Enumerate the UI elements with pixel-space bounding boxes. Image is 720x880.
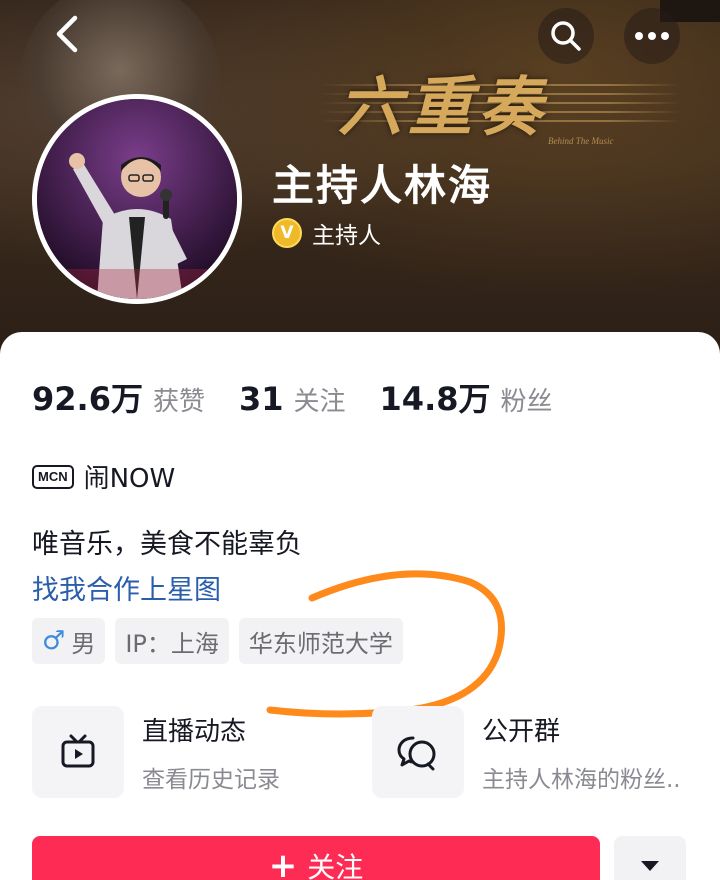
bio-link[interactable]: 找我合作上星图 — [32, 568, 221, 607]
profile-name: 主持人林海 — [272, 161, 493, 210]
chevron-left-icon — [56, 15, 78, 53]
stat-following[interactable]: 31 关注 — [239, 380, 346, 418]
mcn-org-name: 闹NOW — [83, 464, 176, 494]
male-icon: ♂ — [42, 626, 66, 656]
live-title: 直播动态 — [142, 716, 247, 747]
banner-subtitle: Behind The Music — [548, 136, 614, 146]
stat-followers-count: 14.8万 — [379, 380, 491, 418]
public-group-entry[interactable]: 公开群 主持人林海的粉丝.. — [372, 706, 681, 798]
back-button[interactable] — [44, 10, 92, 58]
search-icon — [551, 21, 581, 51]
profile-tags: ♂ 男 IP：上海 华东师范大学 — [32, 618, 403, 664]
verified-badge-icon: V — [272, 218, 302, 248]
live-subtitle: 查看历史记录 — [142, 766, 280, 793]
stats-row: 92.6万 获赞 31 关注 14.8万 粉丝 — [32, 374, 587, 420]
group-icon-box — [372, 706, 464, 798]
more-button[interactable] — [624, 8, 680, 64]
chat-bubbles-icon — [397, 736, 436, 771]
stat-followers-label: 粉丝 — [500, 387, 553, 417]
bio-text: 唯音乐，美食不能辜负 — [32, 529, 302, 560]
stat-likes-count: 92.6万 — [32, 380, 143, 418]
caret-down-icon — [641, 861, 659, 871]
tag-school-label: 华东师范大学 — [248, 629, 393, 658]
tag-ip-label: IP：上海 — [125, 629, 219, 658]
stat-likes[interactable]: 92.6万 获赞 — [32, 374, 205, 420]
group-subtitle: 主持人林海的粉丝.. — [482, 766, 681, 793]
mcn-row[interactable]: MCN 闹NOW — [32, 458, 175, 495]
more-horizontal-icon — [635, 32, 669, 40]
tv-icon — [61, 734, 95, 768]
stat-following-count: 31 — [238, 380, 284, 418]
follow-button[interactable]: + 关注 — [32, 836, 600, 880]
tag-school[interactable]: 华东师范大学 — [238, 618, 403, 664]
verification-label: 主持人 — [312, 223, 381, 249]
live-icon-box — [32, 706, 124, 798]
follow-label: 关注 — [307, 851, 364, 880]
search-button[interactable] — [538, 8, 594, 64]
avatar[interactable] — [32, 94, 242, 304]
plus-icon: + — [268, 846, 298, 880]
tag-ip-location: IP：上海 — [115, 618, 229, 664]
verification-row: V 主持人 — [272, 216, 381, 250]
avatar-person-illustration — [37, 99, 237, 299]
stat-followers[interactable]: 14.8万 粉丝 — [380, 374, 553, 420]
live-activity-entry[interactable]: 直播动态 查看历史记录 — [32, 706, 280, 798]
tag-gender-label: 男 — [71, 629, 96, 658]
banner-title: 六重奏 — [338, 70, 548, 145]
tag-gender: ♂ 男 — [32, 618, 106, 664]
stat-likes-label: 获赞 — [152, 387, 205, 417]
stat-following-label: 关注 — [293, 387, 346, 417]
mcn-icon: MCN — [32, 464, 74, 489]
more-actions-button[interactable] — [614, 836, 686, 880]
group-title: 公开群 — [482, 716, 561, 747]
